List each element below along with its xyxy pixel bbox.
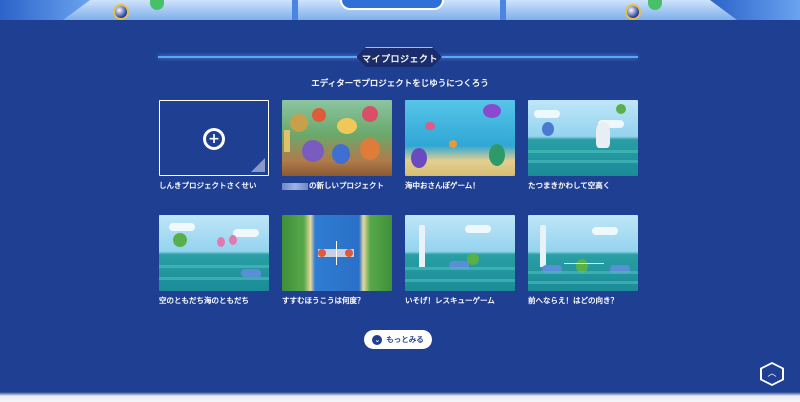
section-subtitle: エディターでプロジェクトをじゆうにつくろう bbox=[311, 79, 489, 89]
gem-icon bbox=[625, 4, 641, 20]
banner-frame-right bbox=[710, 0, 800, 20]
chevron-up-icon: ︿ bbox=[767, 369, 777, 379]
project-thumbnail[interactable] bbox=[159, 215, 269, 291]
new-project-card[interactable]: + しんきプロジェクトさくせい bbox=[159, 100, 269, 192]
new-project-thumb[interactable]: + bbox=[159, 100, 269, 176]
gem-icon bbox=[113, 4, 129, 20]
section-title: マイプロジェクト bbox=[356, 47, 442, 67]
chevron-down-icon: ⌄ bbox=[372, 334, 383, 345]
project-label: たつまきかわして空高く bbox=[528, 181, 611, 190]
project-card[interactable]: の新しいプロジェクト bbox=[282, 100, 392, 192]
project-card[interactable]: 前へならえ！はどの向き？ bbox=[528, 215, 638, 307]
leaf-icon bbox=[648, 0, 662, 10]
leaf-icon bbox=[150, 0, 164, 10]
project-card[interactable]: すすむほうこうは何度？ bbox=[282, 215, 392, 307]
project-thumbnail[interactable] bbox=[528, 215, 638, 291]
project-card[interactable]: たつまきかわして空高く bbox=[528, 100, 638, 192]
top-banner-art bbox=[0, 0, 800, 20]
redacted-name bbox=[282, 182, 308, 190]
banner-frame-left bbox=[0, 0, 90, 20]
banner-pillar bbox=[500, 0, 506, 20]
corner-fold-icon bbox=[251, 158, 265, 172]
project-label: しんきプロジェクトさくせい bbox=[159, 181, 257, 190]
project-thumbnail[interactable] bbox=[405, 100, 515, 176]
project-card[interactable]: 空のともだち海のともだち bbox=[159, 215, 269, 307]
project-label: の新しいプロジェクト bbox=[282, 180, 392, 191]
project-thumbnail[interactable] bbox=[405, 215, 515, 291]
project-thumbnail[interactable] bbox=[282, 100, 392, 176]
project-card[interactable]: 海中おさんぽゲーム！ bbox=[405, 100, 515, 192]
banner-pillar bbox=[292, 0, 298, 20]
project-thumbnail[interactable] bbox=[282, 215, 392, 291]
project-label: いそげ！レスキューゲーム bbox=[405, 296, 495, 305]
project-label: 海中おさんぽゲーム！ bbox=[405, 181, 480, 190]
project-label: すすむほうこうは何度？ bbox=[282, 296, 365, 305]
project-card[interactable]: いそげ！レスキューゲーム bbox=[405, 215, 515, 307]
project-thumbnail[interactable] bbox=[528, 100, 638, 176]
show-more-label: もっとみる bbox=[386, 335, 424, 344]
banner-logo bbox=[340, 0, 444, 10]
footer-edge bbox=[0, 392, 800, 402]
plus-icon: + bbox=[203, 128, 225, 150]
project-label: 前へならえ！はどの向き？ bbox=[528, 296, 618, 305]
show-more-button[interactable]: ⌄ もっとみる bbox=[364, 330, 432, 349]
project-label: 空のともだち海のともだち bbox=[159, 296, 249, 305]
